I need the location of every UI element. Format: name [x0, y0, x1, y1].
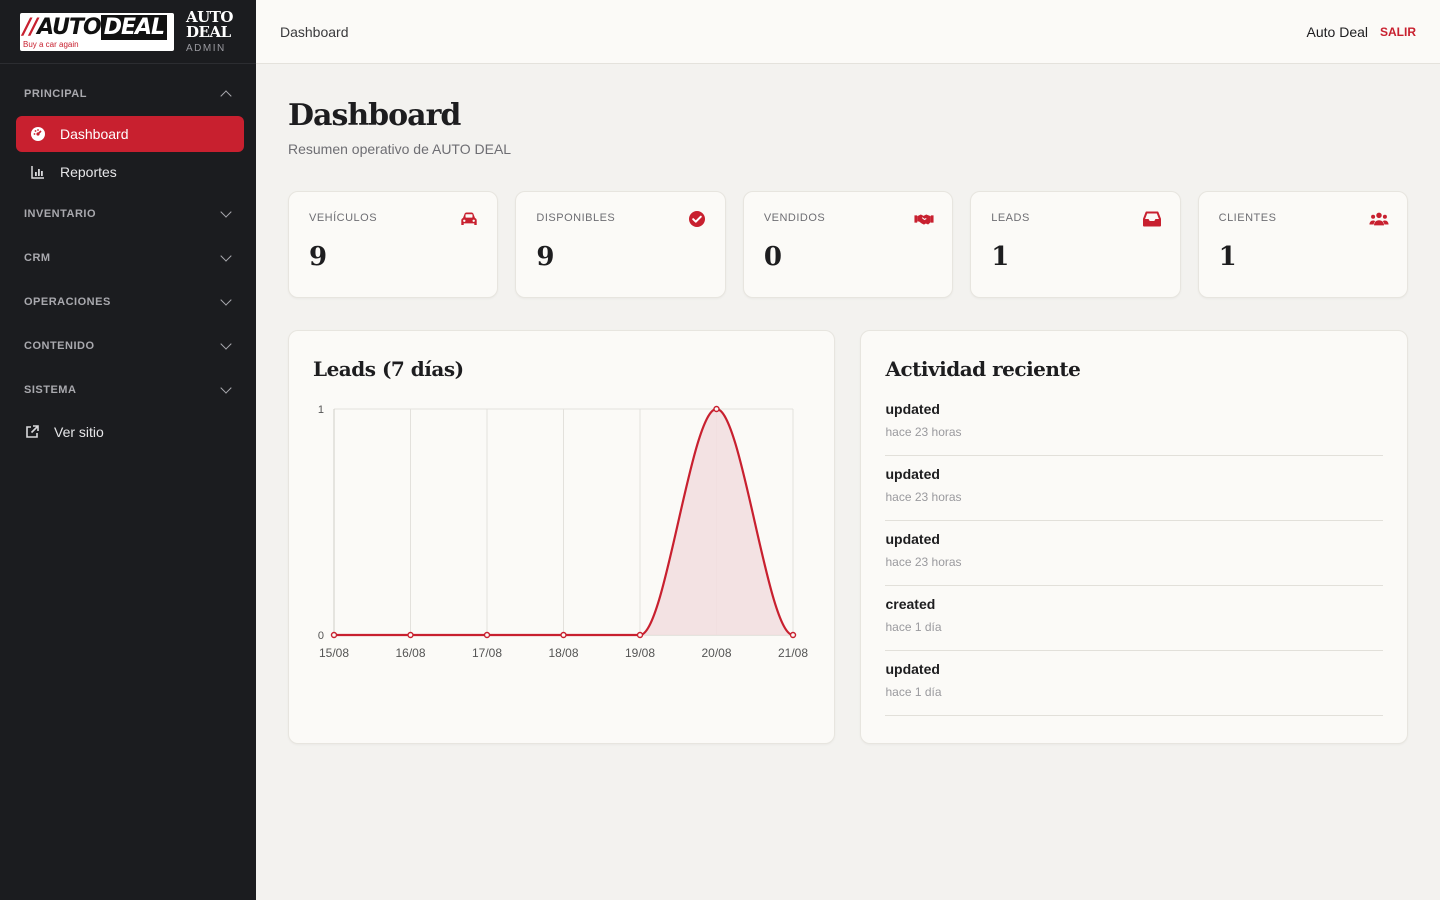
stat-label: LEADS	[991, 212, 1030, 224]
activity-item[interactable]: updated hace 23 horas	[885, 391, 1383, 456]
stat-label: DISPONIBLES	[536, 212, 616, 224]
stat-card-vendidos[interactable]: VENDIDOS 0	[742, 191, 954, 298]
activity-time: hace 23 horas	[885, 425, 962, 439]
stat-value: 9	[309, 242, 328, 272]
sidebar: //AUTO DEAL Buy a car again AUTO DEAL ADM…	[0, 0, 256, 900]
x-tick-label: 18/08	[548, 646, 578, 660]
sidebar-item-reportes[interactable]: Reportes	[16, 154, 244, 190]
activity-action: created	[885, 596, 936, 612]
nav-section-crm[interactable]: CRM	[0, 236, 256, 280]
brand-name: AUTO DEAL ADMIN	[186, 7, 233, 54]
activity-time: hace 1 día	[885, 685, 942, 699]
activity-time: hace 23 horas	[885, 555, 962, 569]
data-point	[407, 631, 414, 639]
nav-section-operaciones[interactable]: OPERACIONES	[0, 280, 256, 324]
data-point	[789, 631, 797, 639]
recent-activity-panel: Actividad reciente updated hace 23 horas…	[860, 330, 1408, 744]
main-content: Dashboard Resumen operativo de AUTO DEAL…	[288, 64, 1409, 744]
activity-action: updated	[885, 661, 940, 677]
chevron-down-icon	[220, 338, 232, 350]
activity-time: hace 1 día	[885, 620, 942, 634]
activity-list: updated hace 23 horas updated hace 23 ho…	[885, 391, 1383, 716]
logout-button[interactable]: SALIR	[1380, 25, 1416, 39]
chevron-down-icon	[220, 294, 232, 306]
logo-tagline: Buy a car again	[23, 39, 79, 49]
activity-item[interactable]: updated hace 23 horas	[885, 521, 1383, 586]
autodeal-logo[interactable]: //AUTO DEAL Buy a car again	[20, 12, 174, 51]
nav-section-contenido[interactable]: CONTENIDO	[0, 324, 256, 368]
stat-card-clientes[interactable]: CLIENTES 1	[1197, 191, 1409, 298]
brand-header: //AUTO DEAL Buy a car again AUTO DEAL ADM…	[0, 0, 256, 64]
sidebar-item-label: Reportes	[60, 164, 117, 180]
sidebar-item-label: Ver sitio	[54, 424, 104, 440]
activity-title: Actividad reciente	[885, 357, 1081, 381]
stat-label: VENDIDOS	[763, 212, 826, 224]
activity-action: updated	[885, 401, 940, 417]
data-point	[330, 631, 338, 639]
user-name: Auto Deal	[1306, 23, 1368, 40]
stat-card-leads[interactable]: LEADS 1	[970, 191, 1181, 298]
stat-card-disponibles[interactable]: DISPONIBLES 9	[515, 191, 726, 298]
inbox-icon	[1142, 211, 1161, 227]
data-point	[713, 405, 720, 413]
leads-chart-title: Leads (7 días)	[313, 357, 464, 381]
x-tick-label: 16/08	[395, 646, 425, 660]
stat-card-vehiculos[interactable]: VEHÍCULOS 9	[288, 191, 499, 298]
chevron-down-icon	[220, 382, 232, 394]
chevron-down-icon	[220, 250, 232, 262]
y-tick-label: 0	[318, 630, 324, 642]
activity-item[interactable]: created hace 1 día	[885, 586, 1383, 651]
page-subtitle: Resumen operativo de AUTO DEAL	[288, 141, 512, 157]
stat-value: 1	[1218, 242, 1237, 272]
stat-value: 1	[991, 242, 1010, 272]
nav-section-sistema[interactable]: SISTEMA	[0, 368, 256, 412]
page-title: Dashboard	[288, 98, 461, 133]
nav-section-principal[interactable]: PRINCIPAL	[0, 72, 256, 116]
activity-time: hace 23 horas	[885, 490, 962, 504]
handshake-icon	[914, 214, 934, 225]
brand-subtitle: ADMIN	[186, 42, 226, 54]
x-tick-label: 17/08	[472, 646, 502, 660]
leads-chart: 15/08 16/08 17/08 18/08 19/08 20/08 21/08 0 1	[318, 404, 808, 660]
users-icon	[1369, 212, 1389, 226]
activity-action: updated	[885, 531, 940, 547]
sidebar-item-label: Dashboard	[60, 126, 129, 142]
leads-chart-panel: 15/08 16/08 17/08 18/08 19/08 20/08 21/08 0 1 Le…	[288, 330, 836, 744]
stat-label: CLIENTES	[1218, 212, 1277, 224]
data-point	[560, 631, 567, 639]
stat-label: VEHÍCULOS	[309, 212, 378, 224]
top-bar: Dashboard Auto Deal SALIR	[256, 0, 1440, 64]
chevron-up-icon	[220, 90, 232, 102]
activity-action: updated	[885, 466, 940, 482]
dashboard-gauge-icon	[30, 126, 46, 142]
check-circle-icon	[688, 211, 705, 227]
x-tick-label: 20/08	[701, 646, 731, 660]
stat-value: 9	[536, 242, 555, 272]
data-point	[636, 631, 644, 639]
car-icon	[461, 212, 478, 225]
x-tick-label: 21/08	[778, 646, 808, 660]
stat-value: 0	[763, 242, 782, 272]
chevron-down-icon	[220, 206, 232, 218]
stats-row: VEHÍCULOS 9 DISPONIBLES 9 VENDIDOS 0 LEA…	[288, 191, 1409, 298]
activity-item[interactable]: updated hace 1 día	[885, 651, 1383, 716]
activity-item[interactable]: updated hace 23 horas	[885, 456, 1383, 521]
nav-section-inventario[interactable]: INVENTARIO	[0, 192, 256, 236]
y-tick-label: 1	[318, 404, 324, 416]
data-point	[483, 631, 491, 639]
breadcrumb: Dashboard	[280, 23, 349, 40]
x-tick-label: 15/08	[319, 646, 349, 660]
sidebar-item-ver-sitio[interactable]: Ver sitio	[12, 414, 244, 450]
sidebar-item-dashboard[interactable]: Dashboard	[16, 116, 244, 152]
external-link-icon	[24, 424, 40, 440]
bar-chart-icon	[30, 164, 46, 180]
x-tick-label: 19/08	[625, 646, 655, 660]
